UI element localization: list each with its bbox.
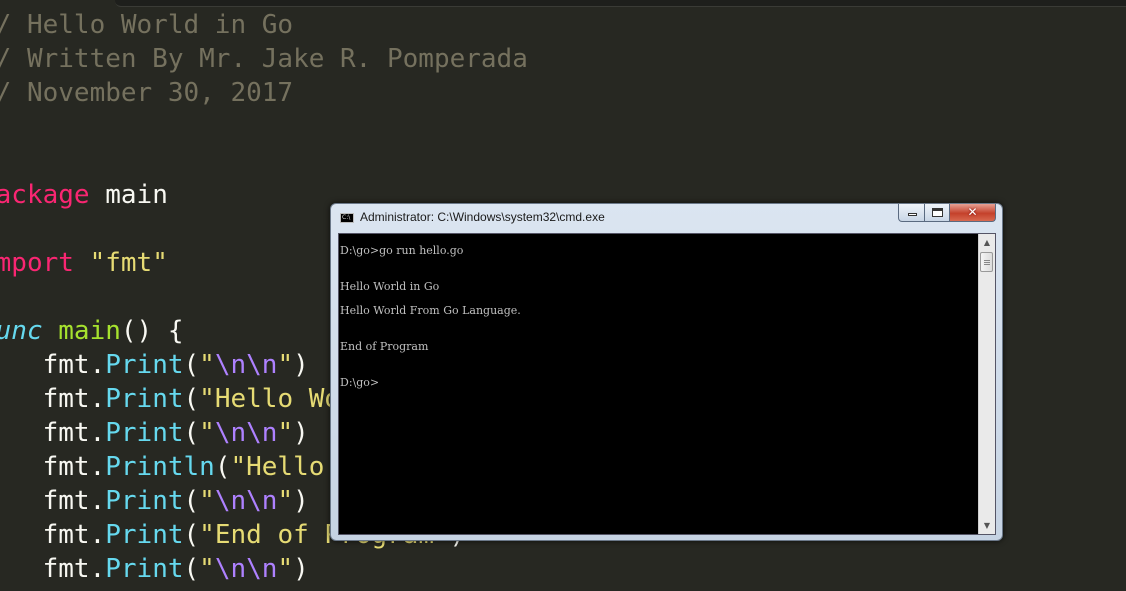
console-line: D:\go>go run hello.go [340, 244, 464, 257]
code-token-plain: fmt. [42, 520, 106, 550]
code-token-plain: ( [183, 486, 200, 516]
code-token-comment: // Written By Mr. Jake R. Pomperada [0, 44, 528, 74]
grip-line [984, 264, 990, 265]
editor-tab-strip [115, 0, 1126, 7]
cmd-titlebar[interactable]: C:\ Administrator: C:\Windows\system32\c… [331, 204, 1002, 232]
code-token-plain: ) [293, 350, 309, 380]
code-token-comment: // Hello World in Go [0, 10, 294, 40]
code-token-plain: ) [293, 554, 309, 584]
window-controls: ✕ [898, 204, 996, 223]
code-token-escape: \n\n [214, 486, 278, 516]
code-token-escape: \n\n [214, 418, 278, 448]
code-token-plain: ( [214, 452, 231, 482]
code-line: fmt.Print("\n\n") [0, 348, 309, 382]
code-token-string: " [277, 418, 294, 448]
code-token-func: main [58, 316, 121, 346]
code-token-string: " [199, 350, 215, 380]
code-line: func main() { [0, 314, 184, 348]
scroll-down-arrow-icon[interactable]: ▼ [979, 517, 995, 534]
code-token-string: " [199, 486, 215, 516]
code-token-string: " [277, 350, 294, 380]
code-token-string: "fmt" [89, 248, 168, 278]
minimize-button[interactable] [898, 204, 925, 222]
code-token-call: Print [105, 418, 184, 448]
code-token-plain: ) [293, 486, 309, 516]
code-token-string: " [277, 554, 294, 584]
code-token-plain: fmt. [42, 554, 106, 584]
code-line: // Written By Mr. Jake R. Pomperada [0, 42, 528, 76]
code-token-call: Print [105, 486, 184, 516]
code-token-comment: // November 30, 2017 [0, 78, 294, 108]
code-line: fmt.Print("\n\n") [0, 484, 309, 518]
code-token-escape: \n\n [214, 554, 278, 584]
maximize-icon [932, 208, 943, 217]
cmd-window[interactable]: C:\ Administrator: C:\Windows\system32\c… [330, 203, 1003, 541]
code-token-string: " [199, 418, 215, 448]
code-line: // Hello World in Go [0, 8, 293, 42]
code-token-keyword: import [0, 248, 74, 278]
console-line: Hello World From Go Language. [340, 304, 521, 317]
code-token-plain: ( [183, 418, 200, 448]
code-token-call: Println [105, 452, 215, 482]
code-token-plain: () { [120, 316, 184, 346]
code-line: import "fmt" [0, 246, 168, 280]
code-token-string: " [277, 486, 294, 516]
scroll-up-arrow-icon[interactable]: ▲ [979, 234, 995, 251]
minimize-icon [908, 213, 917, 216]
code-token-plain: ( [183, 350, 200, 380]
console-line: End of Program [340, 340, 429, 353]
code-line: fmt.Print("\n\n") [0, 552, 309, 586]
console-line: Hello World in Go [340, 280, 440, 293]
code-token-plain: fmt. [42, 452, 106, 482]
console-area[interactable]: D:\go>go run hello.go Hello World in Go He… [338, 233, 996, 535]
code-token-plain: ( [183, 384, 200, 414]
code-token-escape: \n\n [214, 350, 278, 380]
code-line: package main [0, 178, 168, 212]
close-icon: ✕ [967, 205, 978, 219]
code-line: fmt.Print("\n\n") [0, 416, 309, 450]
code-token-plain: fmt. [42, 350, 106, 380]
code-token-plain: fmt. [42, 486, 106, 516]
grip-line [984, 262, 990, 263]
close-button[interactable]: ✕ [950, 204, 996, 222]
cmd-app-icon[interactable]: C:\ [340, 213, 354, 223]
scrollbar-thumb[interactable] [980, 252, 993, 272]
code-token-string: " [199, 554, 215, 584]
code-token-plain: ( [183, 554, 200, 584]
code-token-storage: func [0, 316, 43, 346]
code-token-plain: main [89, 180, 168, 210]
console-scrollbar[interactable]: ▲ ▼ [978, 234, 995, 534]
cmd-window-title: Administrator: C:\Windows\system32\cmd.e… [360, 210, 605, 224]
code-token-call: Print [105, 554, 184, 584]
code-token-plain: fmt. [42, 418, 106, 448]
code-line: // November 30, 2017 [0, 76, 293, 110]
code-token-call: Print [105, 350, 184, 380]
grip-line [984, 260, 990, 261]
code-token-call: Print [105, 520, 184, 550]
console-output: D:\go>go run hello.go Hello World in Go He… [340, 244, 975, 534]
code-token-call: Print [105, 384, 184, 414]
code-token-plain: ) [293, 418, 309, 448]
code-token-plain: fmt. [42, 384, 106, 414]
code-token-plain: ( [183, 520, 200, 550]
code-token-keyword: package [0, 180, 90, 210]
console-line: D:\go> [340, 376, 380, 389]
maximize-button[interactable] [925, 204, 950, 222]
